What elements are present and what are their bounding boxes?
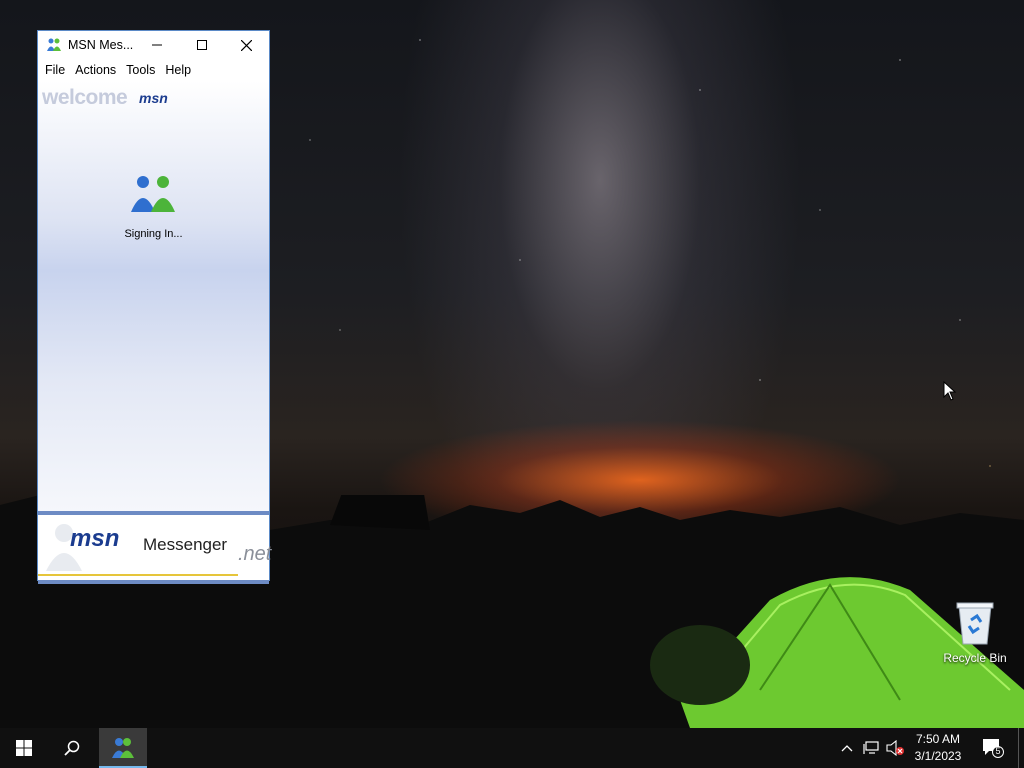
window-title: MSN Mes... <box>68 38 134 52</box>
buddies-icon <box>131 176 175 212</box>
msn-messenger-icon <box>112 738 134 758</box>
windows-logo-icon <box>16 740 32 756</box>
mouse-cursor-icon <box>943 381 957 401</box>
close-button[interactable] <box>224 31 269 59</box>
banner-accent-line <box>38 574 238 576</box>
search-icon <box>64 740 80 756</box>
menu-actions[interactable]: Actions <box>70 63 121 77</box>
banner-bottom-stripe <box>38 580 269 584</box>
signin-panel: welcome msn Signing In... msn Messenger … <box>38 81 271 584</box>
menu-file[interactable]: File <box>40 63 70 77</box>
volume-muted-icon <box>886 740 904 756</box>
clock-date: 3/1/2023 <box>914 749 962 763</box>
recycle-bin-label: Recycle Bin <box>943 651 1007 665</box>
network-button[interactable] <box>860 728 882 768</box>
taskbar-msn-messenger[interactable] <box>99 728 147 768</box>
title-bar[interactable]: MSN Mes... <box>38 31 269 59</box>
close-icon <box>241 39 252 51</box>
show-hidden-icons-button[interactable] <box>836 728 858 768</box>
welcome-text: welcome <box>42 86 128 109</box>
banner-net-text: .net <box>238 543 272 565</box>
minimize-button[interactable] <box>134 31 179 59</box>
start-button[interactable] <box>0 728 48 768</box>
recycle-bin-icon <box>956 602 994 645</box>
search-button[interactable] <box>48 728 96 768</box>
menu-help[interactable]: Help <box>160 63 196 77</box>
msn-messenger-icon <box>47 38 61 51</box>
msn-messenger-window[interactable]: MSN Mes... File Actions Tools Help welco… <box>38 31 271 584</box>
msn-messenger-banner: msn Messenger .net <box>38 511 272 584</box>
notification-count-badge: 5 <box>995 746 1001 756</box>
volume-button[interactable] <box>884 728 906 768</box>
maximize-icon <box>196 40 207 50</box>
action-center-button[interactable]: 5 <box>978 728 1008 768</box>
menu-tools[interactable]: Tools <box>121 63 160 77</box>
system-clock[interactable]: 7:50 AM 3/1/2023 <box>906 731 970 765</box>
recycle-bin[interactable]: Recycle Bin <box>940 600 1010 665</box>
minimize-icon <box>151 44 162 46</box>
taskbar: 7:50 AM 3/1/2023 5 <box>0 728 1024 768</box>
menu-bar: File Actions Tools Help <box>38 59 269 81</box>
signing-in-status: Signing In... <box>124 228 183 240</box>
show-desktop-button[interactable] <box>1018 728 1024 768</box>
banner-messenger-text: Messenger <box>143 535 228 554</box>
banner-msn-logo: msn <box>70 525 120 552</box>
network-icon <box>863 741 879 754</box>
chevron-up-icon <box>841 745 853 752</box>
welcome-msn-logo: msn <box>139 90 168 106</box>
clock-time: 7:50 AM <box>915 732 961 746</box>
maximize-button[interactable] <box>179 31 224 59</box>
